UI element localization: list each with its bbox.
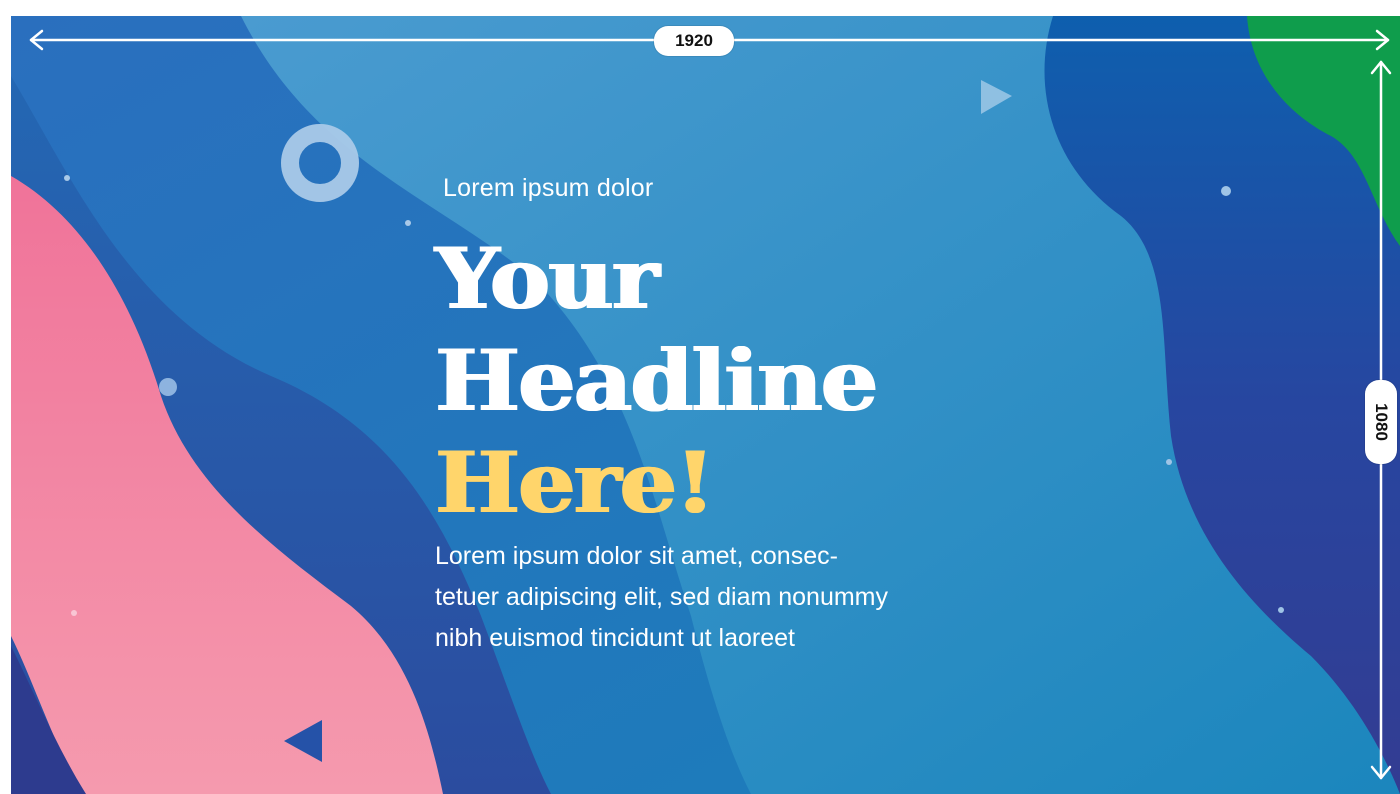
height-label-text: 1080 <box>1372 403 1391 441</box>
width-label: 1920 <box>654 26 734 56</box>
height-label: 1080 <box>1365 380 1397 464</box>
dimension-arrows <box>29 29 1392 780</box>
canvas: Lorem ipsum dolor Your Headline Here! Lo… <box>0 0 1400 794</box>
